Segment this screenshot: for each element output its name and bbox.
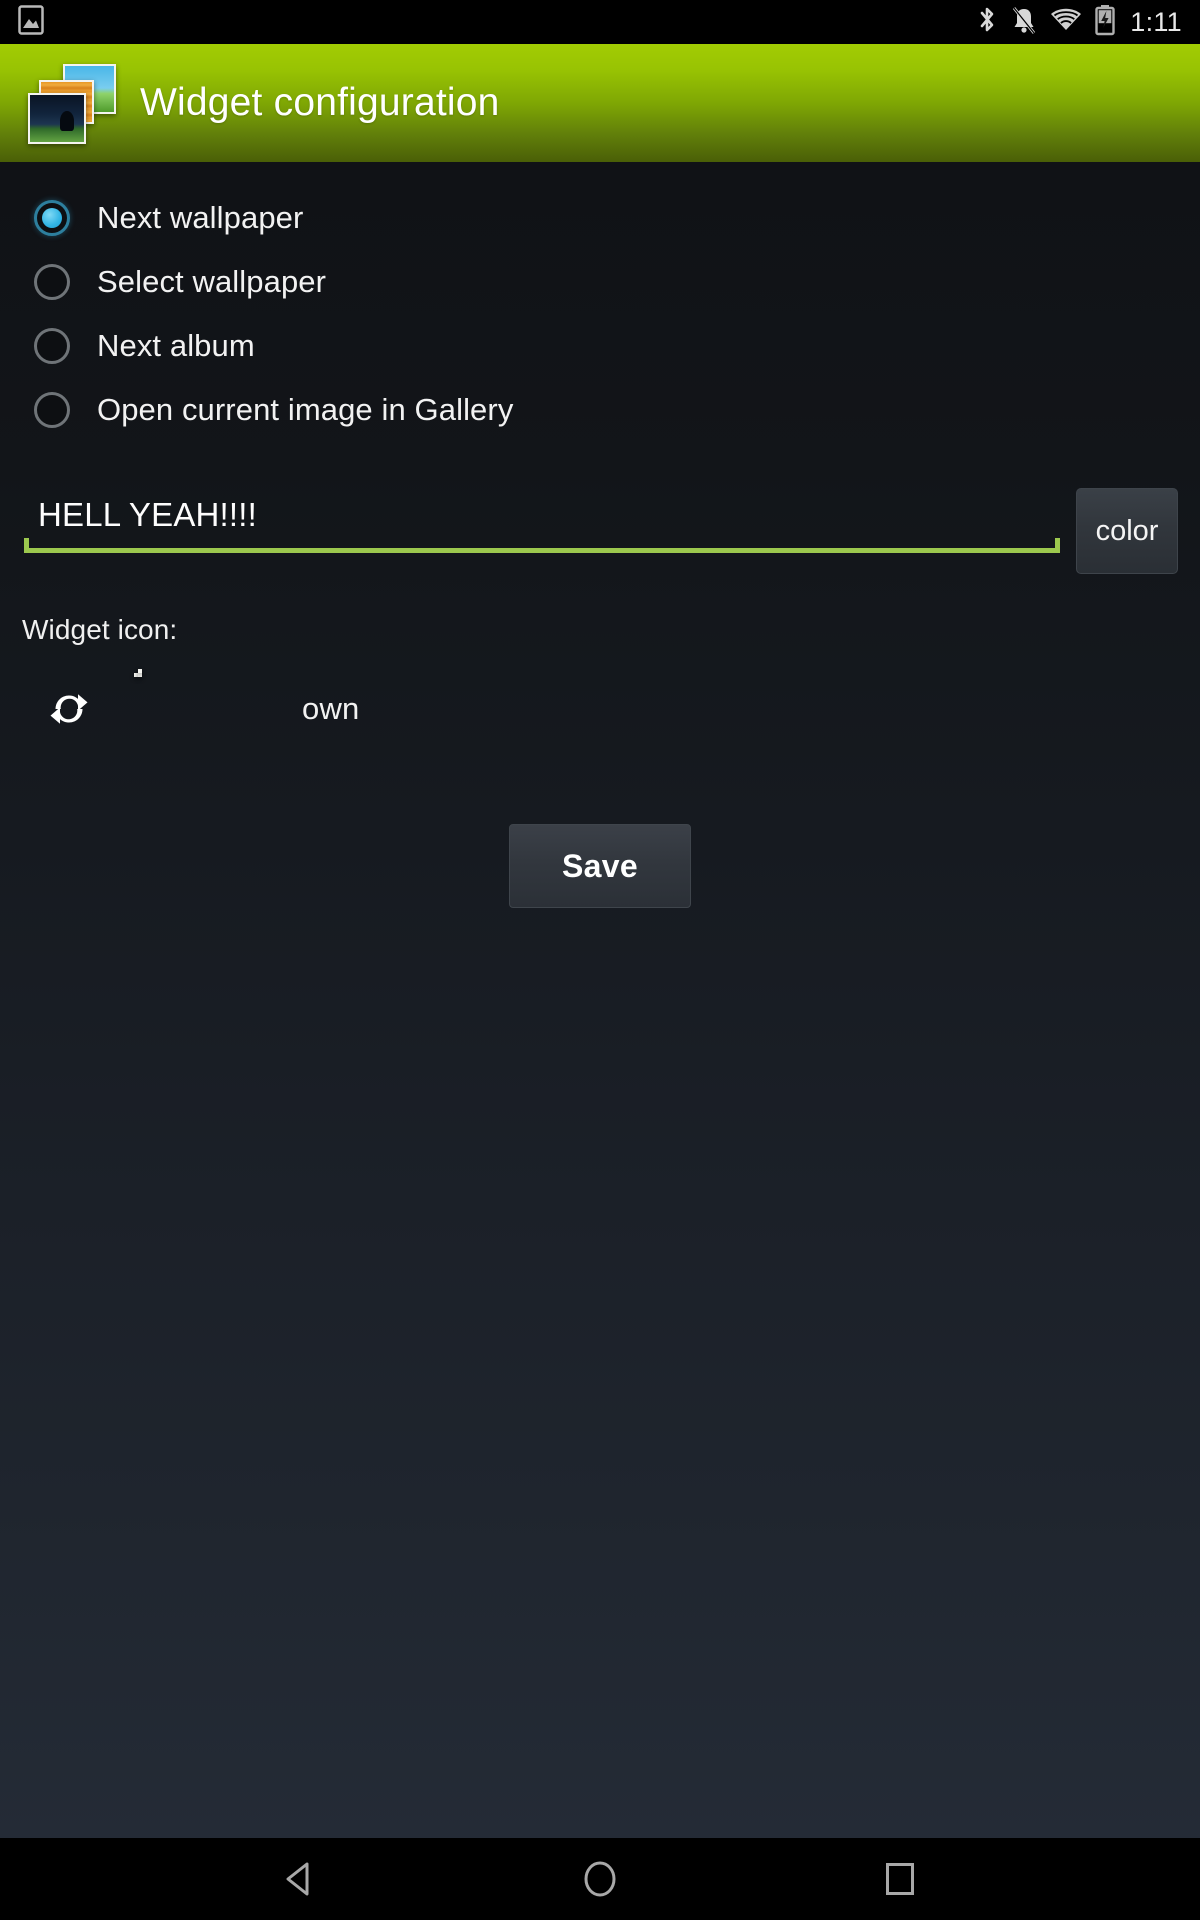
refresh-icon[interactable] <box>46 686 92 732</box>
photo-stack-icon <box>28 62 116 144</box>
android-navigation-bar <box>0 1838 1200 1920</box>
back-triangle-icon[interactable] <box>264 1843 336 1915</box>
recents-square-icon[interactable] <box>864 1843 936 1915</box>
radio-option-label: Open current image in Gallery <box>97 392 514 427</box>
bluetooth-icon <box>975 4 999 41</box>
home-circle-icon[interactable] <box>564 1843 636 1915</box>
image-notification-icon <box>18 4 44 40</box>
photo-stack-icon[interactable] <box>134 669 216 745</box>
widget-label-row: color <box>0 486 1200 574</box>
widget-action-radio-group: Next wallpaper Select wallpaper Next alb… <box>0 162 1200 442</box>
status-bar-system-icons: 1:11 <box>975 4 1200 41</box>
color-button[interactable]: color <box>1076 488 1178 574</box>
photo-stack-layer-front <box>138 669 142 673</box>
radio-option-label: Next album <box>97 328 255 363</box>
save-button[interactable]: Save <box>509 824 691 908</box>
configuration-content: Next wallpaper Select wallpaper Next alb… <box>0 162 1200 1838</box>
radio-indicator[interactable] <box>34 264 70 300</box>
radio-option-label: Select wallpaper <box>97 264 327 299</box>
widget-label-field-wrapper <box>24 486 1076 553</box>
radio-indicator[interactable] <box>34 200 70 236</box>
radio-option-open-in-gallery[interactable]: Open current image in Gallery <box>0 378 1200 442</box>
page-title: Widget configuration <box>140 81 500 124</box>
app-header: Widget configuration <box>0 44 1200 162</box>
own-icon-label[interactable]: own <box>302 691 359 727</box>
radio-option-select-wallpaper[interactable]: Select wallpaper <box>0 250 1200 314</box>
input-underline <box>24 538 1060 553</box>
widget-icon-section-label: Widget icon: <box>22 614 178 645</box>
status-bar: 1:11 <box>0 0 1200 44</box>
radio-option-label: Next wallpaper <box>97 200 304 235</box>
battery-charging-icon <box>1094 4 1116 41</box>
radio-indicator[interactable] <box>34 392 70 428</box>
radio-option-next-wallpaper[interactable]: Next wallpaper <box>0 186 1200 250</box>
photo-stack-layer-front <box>28 93 87 144</box>
notifications-muted-icon <box>1010 4 1038 41</box>
widget-icon-choices: own <box>0 666 1200 752</box>
wifi-icon <box>1049 6 1083 39</box>
status-bar-clock: 1:11 <box>1130 6 1182 37</box>
radio-option-next-album[interactable]: Next album <box>0 314 1200 378</box>
radio-indicator[interactable] <box>34 328 70 364</box>
save-button-row: Save <box>0 824 1200 908</box>
status-bar-notifications <box>0 4 44 40</box>
widget-label-input[interactable] <box>24 486 1060 548</box>
photo-stack-layer-mid <box>138 673 142 677</box>
